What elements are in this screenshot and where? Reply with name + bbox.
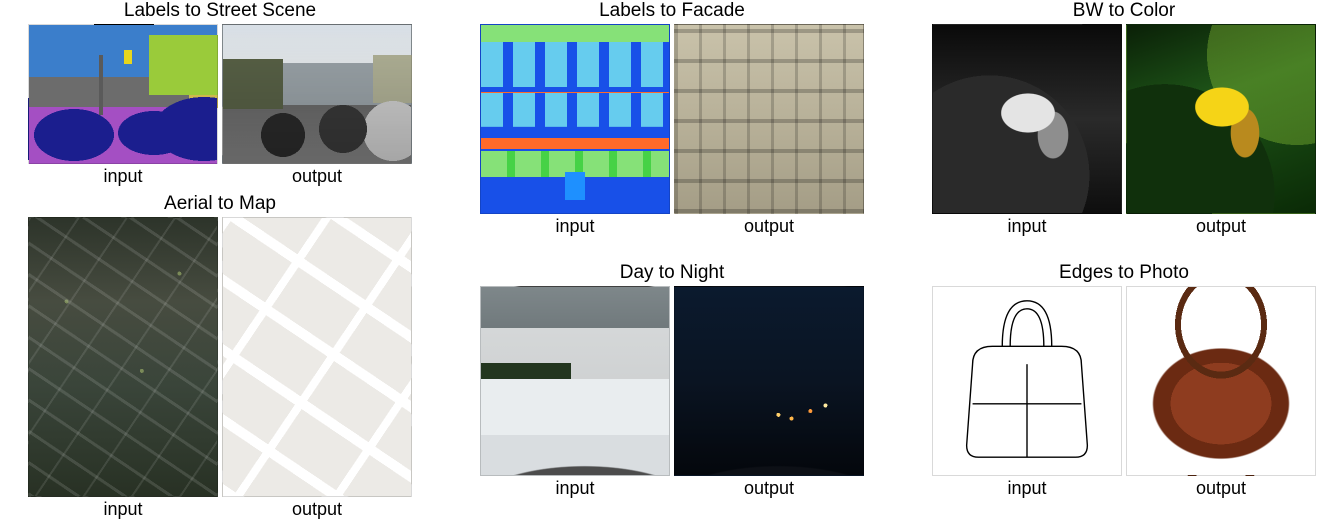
image-street-input [28,24,218,164]
label-street-output: output [292,166,342,187]
label-aerial-output: output [292,499,342,520]
label-aerial-input: input [103,499,142,520]
image-edges-input [932,286,1122,476]
figure-grid: Labels to Street Scene input output Aeri… [0,0,1344,524]
tile-edges-input-wrap: input [932,286,1122,499]
image-street-output [222,24,412,164]
image-aerial-input [28,217,218,497]
tile-aerial-output-wrap: output [222,217,412,520]
image-aerial-output [222,217,412,497]
panel-bw: BW to Color input output [912,0,1336,258]
panel-facade: Labels to Facade input output [460,0,884,258]
image-edges-output [1126,286,1316,476]
pair-day: input output [480,286,864,499]
image-day-input [480,286,670,476]
panel-title-bw: BW to Color [1073,0,1175,22]
image-bw-input [932,24,1122,214]
tile-aerial-input-wrap: input [28,217,218,520]
image-facade-input [480,24,670,214]
tile-street-input-wrap: input [28,24,218,187]
panel-edges: Edges to Photo input [912,262,1336,520]
tile-facade-output-wrap: output [674,24,864,237]
tile-bw-input-wrap: input [932,24,1122,237]
image-day-output [674,286,864,476]
tile-facade-input-wrap: input [480,24,670,237]
panel-street: Labels to Street Scene input output [8,0,432,187]
bag-line-art-icon [933,287,1121,475]
label-day-output: output [744,478,794,499]
pair-facade: input output [480,24,864,237]
pair-street: input output [28,24,412,187]
pair-bw: input output [932,24,1316,237]
tile-day-input-wrap: input [480,286,670,499]
panel-title-day: Day to Night [620,262,725,284]
tile-street-output-wrap: output [222,24,412,187]
left-column: Labels to Street Scene input output Aeri… [8,0,432,520]
label-bw-input: input [1007,216,1046,237]
label-edges-output: output [1196,478,1246,499]
label-edges-input: input [1007,478,1046,499]
label-facade-input: input [555,216,594,237]
panel-title-street: Labels to Street Scene [124,0,316,22]
image-bw-output [1126,24,1316,214]
tile-day-output-wrap: output [674,286,864,499]
image-facade-output [674,24,864,214]
tile-bw-output-wrap: output [1126,24,1316,237]
panel-title-edges: Edges to Photo [1059,262,1189,284]
label-street-input: input [103,166,142,187]
pair-aerial: input output [28,217,412,520]
label-day-input: input [555,478,594,499]
tile-edges-output-wrap: output [1126,286,1316,499]
panel-title-facade: Labels to Facade [599,0,745,22]
panel-day: Day to Night input output [460,262,884,520]
panel-aerial: Aerial to Map input output [8,193,432,520]
panel-title-aerial: Aerial to Map [164,193,276,215]
label-facade-output: output [744,216,794,237]
label-bw-output: output [1196,216,1246,237]
pair-edges: input output [932,286,1316,499]
